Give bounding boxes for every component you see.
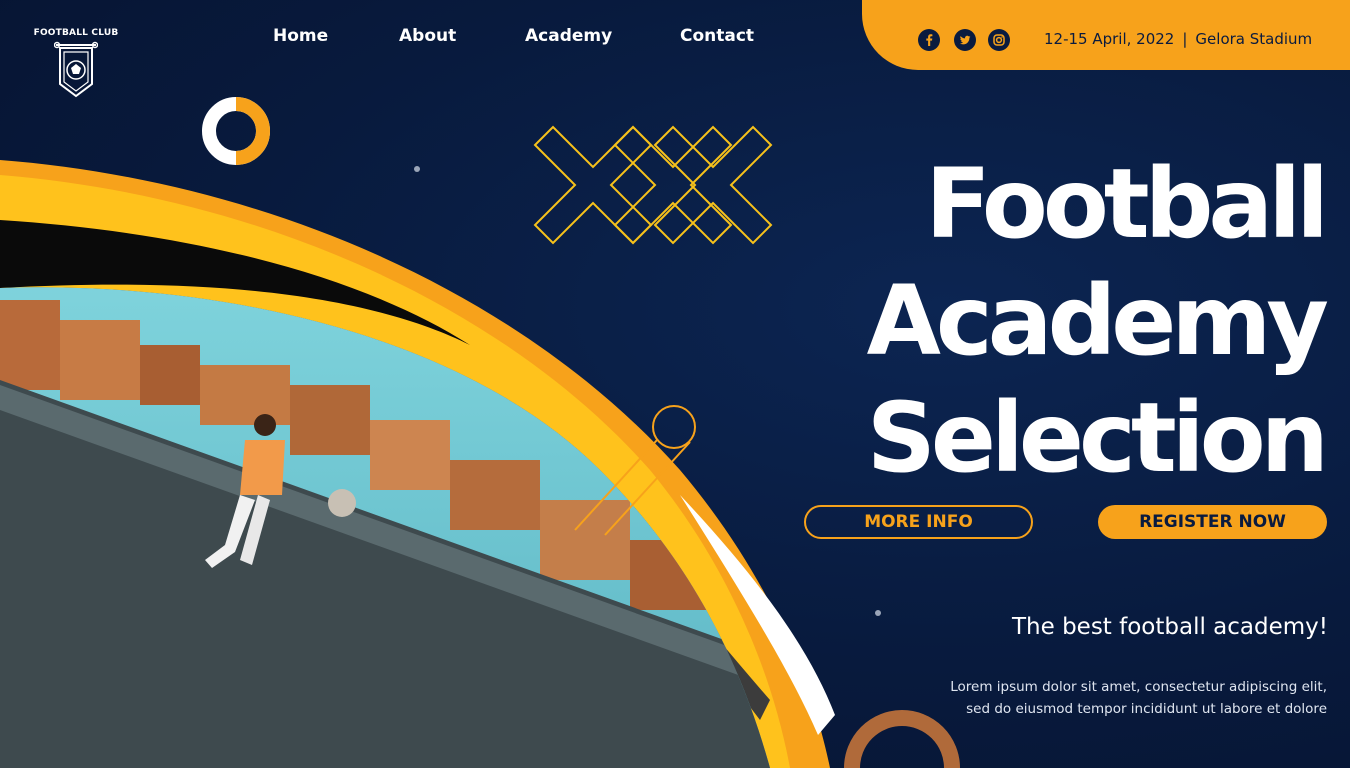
twitter-icon[interactable] <box>954 29 976 51</box>
facebook-icon[interactable] <box>918 29 940 51</box>
event-date: 12-15 April, 2022 <box>1044 30 1175 48</box>
more-info-button[interactable]: MORE INFO <box>804 505 1033 539</box>
register-now-button[interactable]: REGISTER NOW <box>1098 505 1327 539</box>
event-info-bar: 12-15 April, 2022 | Gelora Stadium <box>862 0 1350 70</box>
description-line: Lorem ipsum dolor sit amet, consectetur … <box>950 679 1327 695</box>
hero-title-line: Selection <box>866 382 1329 494</box>
nav-about[interactable]: About <box>399 26 456 46</box>
hero-title-line: Football <box>925 148 1329 260</box>
xx-outline-shape <box>533 125 773 245</box>
dark-grey-sweep-arc <box>560 470 770 720</box>
event-separator: | <box>1182 30 1188 48</box>
tagline: The best football academy! <box>1011 614 1328 640</box>
hero-title: Football Academy Selection <box>764 146 1329 497</box>
orange-sweep-arc <box>0 160 830 768</box>
nav-home[interactable]: Home <box>273 26 328 46</box>
logo-text: FOOTBALL CLUB <box>33 28 119 38</box>
player-photo <box>0 287 770 768</box>
nav-contact[interactable]: Contact <box>680 26 754 46</box>
event-venue: Gelora Stadium <box>1195 30 1313 48</box>
event-details: 12-15 April, 2022 | Gelora Stadium <box>1044 30 1312 48</box>
nav-academy[interactable]: Academy <box>525 26 612 46</box>
description: Lorem ipsum dolor sit amet, consectetur … <box>907 676 1327 720</box>
half-donut-shape <box>202 97 271 165</box>
pipe-outline-shape <box>574 405 696 536</box>
bottom-ring-shape <box>844 710 960 768</box>
dot <box>414 166 420 172</box>
dot <box>875 610 881 616</box>
black-sweep-arc <box>0 220 470 345</box>
yellow-sweep-arc <box>0 175 790 768</box>
description-line: sed do eiusmod tempor incididunt ut labo… <box>966 701 1327 717</box>
instagram-icon[interactable] <box>988 29 1010 51</box>
club-logo[interactable]: FOOTBALL CLUB <box>30 28 122 104</box>
shield-icon <box>54 41 98 98</box>
hero-title-line: Academy <box>866 265 1329 377</box>
